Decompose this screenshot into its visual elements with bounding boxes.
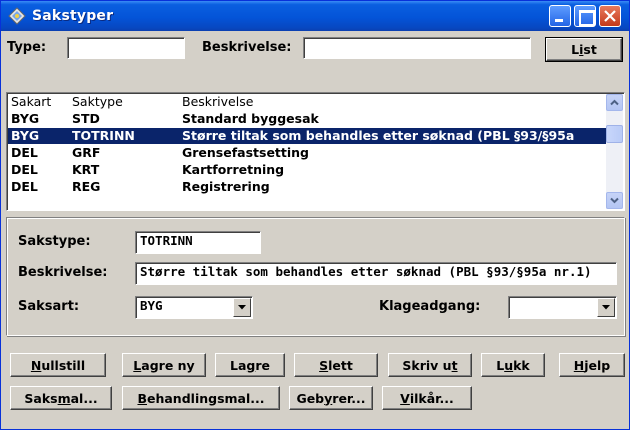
chevron-up-icon [610,99,619,106]
beskrivelse-label: Beskrivelse: [18,265,108,280]
gebyrer-button[interactable]: Geb y rer... [289,386,373,410]
sakstype-input[interactable]: TOTRINN [135,231,261,254]
list-row[interactable]: DEL GRF Grensefastsetting [8,145,606,161]
detail-panel: Sakstype: TOTRINN Beskrivelse: Større ti… [6,217,625,336]
list-header: Sakart Saktype Beskrivelse [8,94,606,110]
list-button[interactable]: Li st [546,38,622,61]
description-filter-label: Beskrivelse: [202,40,292,55]
sakstype-label: Sakstype: [18,234,91,249]
saksmal-button[interactable]: Saks m al... [10,386,112,410]
behandlingsmal-button[interactable]: Behandlingsmal... [122,386,280,410]
case-type-list[interactable]: Sakart Saktype Beskrivelse BYG STD Stand… [6,92,625,211]
column-header-sakart: Sakart [11,94,52,109]
hjelp-button[interactable]: Hjelp [559,353,625,377]
title-bar[interactable]: Sakstyper [1,1,629,31]
column-header-saktype: Saktype [72,94,123,109]
saksart-selected-value: BYG [140,298,163,313]
lukk-button[interactable]: Lu kk [481,353,545,377]
list-row[interactable]: DEL REG Registrering [8,179,606,195]
chevron-down-icon [610,197,619,204]
type-filter-input[interactable] [67,37,185,59]
scroll-up-button[interactable] [606,94,623,111]
close-icon [604,10,616,22]
description-filter-input[interactable] [303,37,531,59]
vilkar-button[interactable]: Vilkår... [382,386,472,410]
klageadgang-dropdown-button[interactable] [597,298,615,317]
list-scrollbar[interactable] [606,94,623,209]
klageadgang-select[interactable] [508,296,617,319]
list-row[interactable]: BYG STD Standard byggesak [8,111,606,127]
minimize-button[interactable] [549,5,571,27]
maximize-button[interactable] [574,5,596,27]
column-header-beskrivelse: Beskrivelse [182,94,254,109]
slett-button[interactable]: Slett [294,353,378,377]
beskrivelse-input[interactable]: Større tiltak som behandles etter søknad… [135,262,617,285]
klageadgang-label: Klageadgang: [379,299,481,314]
list-row-selected[interactable]: BYG TOTRINN Større tiltak som behandles … [8,128,606,144]
saksart-select[interactable]: BYG [135,296,253,319]
dropdown-arrow-icon [238,305,246,310]
type-label: Type: [7,40,47,55]
scroll-down-button[interactable] [606,192,623,209]
list-row[interactable]: DEL KRT Kartforretning [8,162,606,178]
saksart-dropdown-button[interactable] [233,298,251,317]
close-button[interactable] [599,5,621,27]
saksart-label: Saksart: [18,299,80,314]
window-title: Sakstyper [32,8,114,24]
scroll-thumb[interactable] [606,125,623,143]
app-icon [8,7,26,25]
dropdown-arrow-icon [602,305,610,310]
skriv-ut-button[interactable]: Skriv ut [388,353,472,377]
lagre-button[interactable]: La g re [215,353,285,377]
sakstyper-window: Sakstyper Type: Beskrivelse: Li st Sakart… [0,0,630,430]
nullstill-button[interactable]: Nullstill [10,353,106,377]
lagre-ny-button[interactable]: Lagre ny [122,353,206,377]
